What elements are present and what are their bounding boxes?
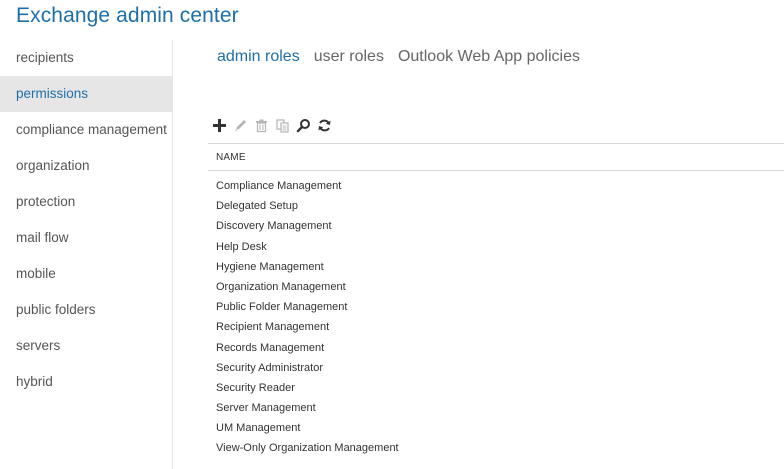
table-row[interactable]: Organization Management bbox=[208, 277, 784, 297]
search-icon bbox=[296, 119, 310, 133]
table-row[interactable]: Help Desk bbox=[208, 237, 784, 257]
add-button[interactable] bbox=[210, 116, 229, 135]
sidebar-item-hybrid[interactable]: hybrid bbox=[0, 364, 172, 400]
sidebar-nav: recipients permissions compliance manage… bbox=[0, 40, 173, 469]
table-row[interactable]: UM Management bbox=[208, 418, 784, 438]
tab-admin-roles[interactable]: admin roles bbox=[217, 48, 300, 66]
sidebar-item-recipients[interactable]: recipients bbox=[0, 40, 172, 76]
table-row[interactable]: Records Management bbox=[208, 338, 784, 358]
app-title: Exchange admin center bbox=[16, 4, 239, 27]
table-row[interactable]: Discovery Management bbox=[208, 216, 784, 236]
sidebar-item-public-folders[interactable]: public folders bbox=[0, 292, 172, 328]
sidebar-item-mobile[interactable]: mobile bbox=[0, 256, 172, 292]
tab-outlook-web-app-policies[interactable]: Outlook Web App policies bbox=[398, 48, 580, 66]
sidebar-item-mail-flow[interactable]: mail flow bbox=[0, 220, 172, 256]
table-row[interactable]: Security Administrator bbox=[208, 358, 784, 378]
copy-icon bbox=[276, 119, 289, 133]
role-list: Compliance Management Delegated Setup Di… bbox=[208, 176, 784, 459]
trash-icon bbox=[256, 119, 267, 133]
column-header-name[interactable]: NAME bbox=[216, 152, 246, 163]
table-row[interactable]: Recipient Management bbox=[208, 317, 784, 337]
table-row[interactable]: View-Only Organization Management bbox=[208, 438, 784, 458]
tab-user-roles[interactable]: user roles bbox=[314, 48, 384, 66]
delete-button[interactable] bbox=[252, 116, 271, 135]
refresh-icon bbox=[318, 119, 331, 132]
sidebar-item-servers[interactable]: servers bbox=[0, 328, 172, 364]
toolbar bbox=[210, 116, 334, 135]
table-row[interactable]: Hygiene Management bbox=[208, 257, 784, 277]
edit-button[interactable] bbox=[231, 116, 250, 135]
pencil-icon bbox=[235, 120, 246, 131]
copy-button[interactable] bbox=[273, 116, 292, 135]
table-row[interactable]: Public Folder Management bbox=[208, 297, 784, 317]
sidebar-item-protection[interactable]: protection bbox=[0, 184, 172, 220]
refresh-button[interactable] bbox=[315, 116, 334, 135]
table-row[interactable]: Delegated Setup bbox=[208, 196, 784, 216]
plus-icon bbox=[213, 119, 226, 132]
table-row[interactable]: Security Reader bbox=[208, 378, 784, 398]
search-button[interactable] bbox=[294, 116, 313, 135]
table-row[interactable]: Server Management bbox=[208, 398, 784, 418]
table-row[interactable]: Compliance Management bbox=[208, 176, 784, 196]
table-header: NAME bbox=[208, 143, 784, 171]
sidebar-item-permissions[interactable]: permissions bbox=[0, 76, 172, 112]
sidebar-item-organization[interactable]: organization bbox=[0, 148, 172, 184]
sidebar-item-compliance-management[interactable]: compliance management bbox=[0, 112, 172, 148]
tab-bar: admin roles user roles Outlook Web App p… bbox=[217, 48, 580, 66]
